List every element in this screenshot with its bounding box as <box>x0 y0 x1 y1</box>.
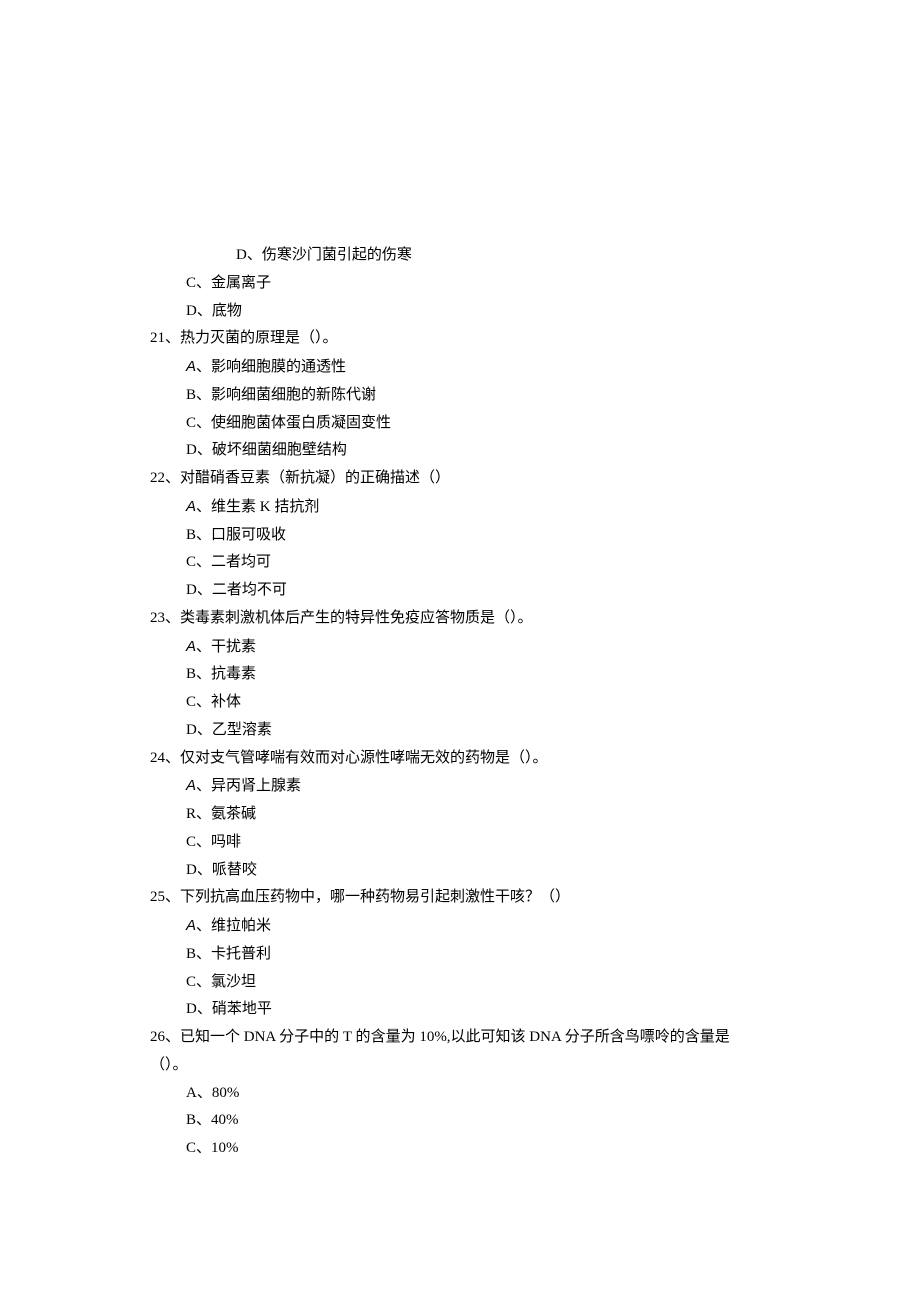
orphan-option-d2: D、底物 <box>150 298 780 326</box>
option-text: 、异丙肾上腺素 <box>196 778 301 794</box>
q21-option-d: D、破坏细菌细胞壁结构 <box>150 437 780 465</box>
q22-stem: 22、对醋硝香豆素（新抗凝）的正确描述（） <box>150 465 780 493</box>
option-text: 、干扰素 <box>196 639 256 655</box>
option-letter: A <box>186 498 196 515</box>
q23-stem: 23、类毒素刺激机体后产生的特异性免疫应答物质是（）。 <box>150 605 780 633</box>
option-letter: A <box>186 358 196 375</box>
orphan-option-c: C、金属离子 <box>150 270 780 298</box>
q26-option-a: A、80% <box>150 1080 780 1108</box>
q23-option-b: B、抗毒素 <box>150 661 780 689</box>
option-letter: A <box>186 638 196 655</box>
option-text: 、维生素 K 拮抗剂 <box>196 499 319 515</box>
option-letter: A <box>186 917 196 934</box>
option-letter: A <box>186 777 196 794</box>
option-text: 、维拉帕米 <box>196 918 271 934</box>
q21-option-b: B、影响细菌细胞的新陈代谢 <box>150 382 780 410</box>
q24-option-c: C、吗啡 <box>150 829 780 857</box>
q25-option-c: C、氯沙坦 <box>150 969 780 997</box>
q24-option-a: A、异丙肾上腺素 <box>150 772 780 801</box>
q25-option-b: B、卡托普利 <box>150 941 780 969</box>
q24-option-d: D、哌替咬 <box>150 857 780 885</box>
q21-stem: 21、热力灭菌的原理是（）。 <box>150 325 780 353</box>
q26-stem: 26、已知一个 DNA 分子中的 T 的含量为 10%,以此可知该 DNA 分子… <box>150 1024 780 1052</box>
q21-option-c: C、使细胞菌体蛋白质凝固变性 <box>150 410 780 438</box>
q22-option-b: B、口服可吸收 <box>150 522 780 550</box>
q21-option-a: A、影响细胞膜的通透性 <box>150 353 780 382</box>
q25-option-a: A、维拉帕米 <box>150 912 780 941</box>
q22-option-c: C、二者均可 <box>150 549 780 577</box>
q26-option-c: C、10% <box>150 1135 780 1163</box>
q23-option-c: C、补体 <box>150 689 780 717</box>
q23-option-d: D、乙型溶素 <box>150 717 780 745</box>
q25-option-d: D、硝苯地平 <box>150 996 780 1024</box>
q23-option-a: A、干扰素 <box>150 633 780 662</box>
option-text: 、影响细胞膜的通透性 <box>196 359 346 375</box>
orphan-option-d: D、伤寒沙门菌引起的伤寒 <box>150 242 780 270</box>
q24-stem: 24、仅对支气管哮喘有效而对心源性哮喘无效的药物是（）。 <box>150 745 780 773</box>
q26-stem2: （）。 <box>150 1052 780 1080</box>
q24-option-b: R、氨茶碱 <box>150 801 780 829</box>
q26-option-b: B、40% <box>150 1107 780 1135</box>
q25-stem: 25、下列抗高血压药物中，哪一种药物易引起刺激性干咳？（） <box>150 884 780 912</box>
q22-option-a: A、维生素 K 拮抗剂 <box>150 493 780 522</box>
q22-option-d: D、二者均不可 <box>150 577 780 605</box>
